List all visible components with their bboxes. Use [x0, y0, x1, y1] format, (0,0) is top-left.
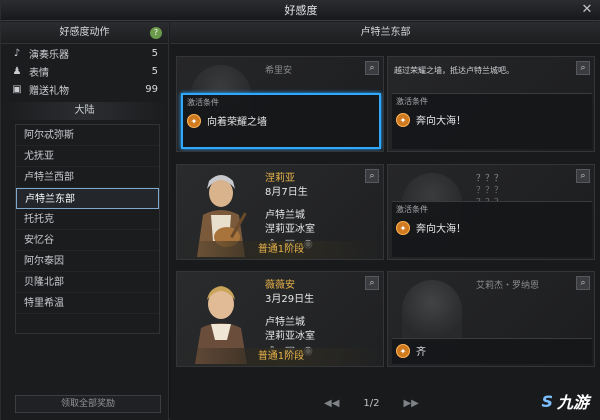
condition-label: 激活条件 [187, 98, 219, 107]
affinity-stage: 普通1阶段 [177, 348, 383, 366]
condition-text: 齐 [416, 347, 426, 358]
npc-card-neria[interactable]: 涅莉亚 8月7日生 卢特兰城 涅莉亚冰室 ⚓ ▣ ◉ ⌕ 普通1阶段 [176, 164, 384, 260]
action-label: 演奏乐器 [29, 49, 69, 61]
shield-badge-icon: ✦ [187, 113, 201, 128]
npc-birthday: 3月29日生 [265, 294, 315, 305]
condition-text: 奔向大海！ [416, 116, 466, 127]
npc-card-vivian[interactable]: 薇薇安 3月29日生 卢特兰城 涅莉亚冰室 ⚓ ▣ ◉ ⌕ 普通1阶段 [176, 271, 384, 367]
actions-title: 好感度动作 [59, 27, 110, 38]
npc-card-locked[interactable]: 艾莉杰・罗纳恩 ⌕ ✦ 齐 [387, 271, 595, 367]
action-count: 5 [151, 47, 158, 59]
npc-name: ？？？ [476, 174, 504, 184]
shield-badge-icon: ✦ [396, 220, 410, 235]
affinity-stage: 普通1阶段 [177, 241, 383, 259]
npc-card-locked[interactable]: ？？？ ？？？ ？？？ ⌕ 激活条件 ✦ 奔向大海！ [387, 164, 595, 260]
region-item[interactable]: 托托克 [16, 209, 159, 230]
right-panel: 卢特兰东部 希里安 ⌕ 激活条件 ✦ 向着荣耀之墙 越过荣耀之墙，抵达卢特兰城吧… [170, 22, 600, 420]
gift-icon: ▣ [12, 83, 22, 95]
condition-text: 奔向大海！ [416, 224, 466, 235]
condition-label: 激活条件 [396, 205, 428, 214]
action-row-emote[interactable]: ♟ 表情 5 [1, 62, 168, 80]
condition-text: 向着荣耀之墙 [207, 117, 267, 128]
shield-badge-icon: ✦ [396, 112, 410, 127]
magnifier-icon[interactable]: ⌕ [365, 276, 379, 290]
region-item-selected[interactable]: 卢特兰东部 [16, 188, 159, 209]
activation-condition: 激活条件 ✦ 奔向大海！ [392, 201, 592, 257]
npc-name: 薇薇安 [265, 280, 295, 291]
watermark-text: 九游 [556, 393, 589, 412]
watermark: S 九游 [541, 389, 589, 413]
help-icon[interactable]: ? [150, 27, 162, 39]
region-item[interactable]: 阿尔泰因 [16, 251, 159, 272]
action-label: 赠送礼物 [29, 85, 69, 97]
npc-name: 希里安 [265, 66, 293, 76]
claim-all-button[interactable]: 领取全部奖励 [15, 395, 161, 413]
region-item[interactable]: 特里希温 [16, 293, 159, 314]
magnifier-icon[interactable]: ⌕ [365, 169, 379, 183]
action-row-instrument[interactable]: ♪ 演奏乐器 5 [1, 44, 168, 62]
window-title: 好感度 [284, 4, 318, 17]
action-label: 表情 [29, 67, 49, 79]
pagination: ◀◀ 1/2 ▶▶ [324, 398, 419, 409]
prev-page-button[interactable]: ◀◀ [324, 398, 339, 409]
action-count: 99 [145, 83, 158, 95]
affinity-window: 好感度 ✕ 好感度动作 ? ♪ 演奏乐器 5 ♟ 表情 5 ▣ 赠送礼物 99 … [0, 0, 600, 420]
magnifier-icon[interactable]: ⌕ [365, 61, 379, 75]
npc-city: 卢特兰城 [265, 317, 305, 328]
activation-condition: 激活条件 ✦ 奔向大海！ [392, 93, 592, 149]
npc-place: 涅莉亚冰室 [265, 331, 315, 342]
magnifier-icon[interactable]: ⌕ [576, 169, 590, 183]
title-bar: 好感度 ✕ [1, 1, 600, 21]
watermark-logo-icon: S [541, 391, 553, 411]
npc-silhouette [402, 280, 462, 344]
left-panel: 好感度动作 ? ♪ 演奏乐器 5 ♟ 表情 5 ▣ 赠送礼物 99 大陆 阿尔忒… [1, 22, 169, 420]
npc-city: 卢特兰城 [265, 210, 305, 221]
hidden-info: ？？？ [476, 186, 504, 196]
npc-card-locked[interactable]: 希里安 ⌕ 激活条件 ✦ 向着荣耀之墙 [176, 56, 384, 152]
page-indicator: 1/2 [363, 398, 380, 409]
music-note-icon: ♪ [13, 47, 21, 59]
shield-badge-icon: ✦ [396, 343, 410, 358]
actions-header: 好感度动作 ? [1, 22, 168, 44]
npc-name: 艾莉杰・罗纳恩 [476, 281, 540, 291]
npc-name: 涅莉亚 [265, 173, 295, 184]
region-list: 阿尔忒弥斯 尤抚亚 卢特兰西部 卢特兰东部 托托克 安忆谷 阿尔泰因 贝隆北部 … [15, 124, 160, 334]
npc-card-locked[interactable]: 越过荣耀之墙，抵达卢特兰城吧。 ⌕ 激活条件 ✦ 奔向大海！ [387, 56, 595, 152]
region-item[interactable]: 阿尔忒弥斯 [16, 125, 159, 146]
continent-title: 大陆 [1, 102, 168, 120]
action-row-gift[interactable]: ▣ 赠送礼物 99 [1, 80, 168, 98]
close-icon[interactable]: ✕ [579, 2, 595, 18]
npc-birthday: 8月7日生 [265, 187, 308, 198]
activation-condition: 激活条件 ✦ 向着荣耀之墙 [181, 93, 381, 149]
region-item[interactable]: 安忆谷 [16, 230, 159, 251]
condition-label: 激活条件 [396, 97, 428, 106]
action-count: 5 [151, 65, 158, 77]
quest-description: 越过荣耀之墙，抵达卢特兰城吧。 [394, 66, 514, 75]
magnifier-icon[interactable]: ⌕ [576, 61, 590, 75]
region-item[interactable]: 尤抚亚 [16, 146, 159, 167]
magnifier-icon[interactable]: ⌕ [576, 276, 590, 290]
npc-place: 涅莉亚冰室 [265, 224, 315, 235]
activation-condition: ✦ 齐 [392, 338, 592, 364]
region-item[interactable]: 卢特兰西部 [16, 167, 159, 188]
region-item[interactable]: 贝隆北部 [16, 272, 159, 293]
emote-icon: ♟ [12, 65, 22, 77]
next-page-button[interactable]: ▶▶ [403, 398, 418, 409]
region-title: 卢特兰东部 [170, 22, 600, 44]
